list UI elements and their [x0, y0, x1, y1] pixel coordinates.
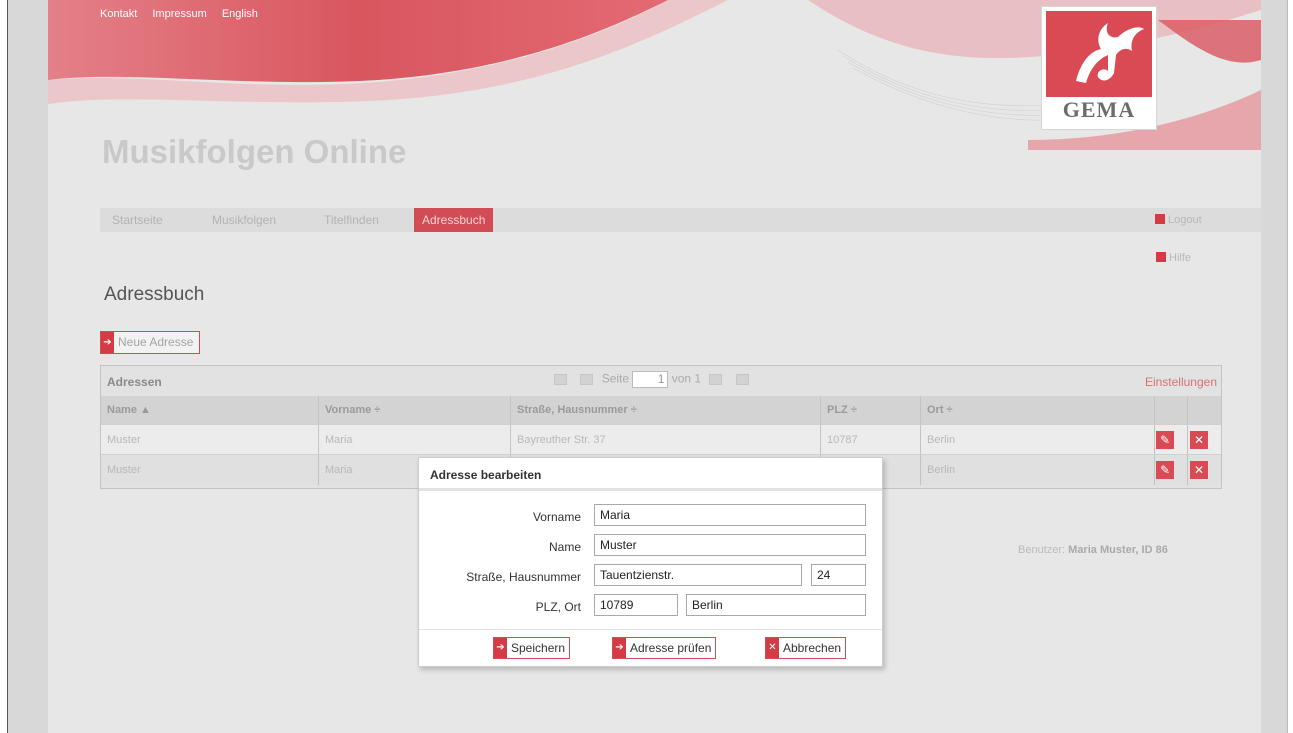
cell-name: Muster [101, 425, 319, 455]
dialog-title: Adresse bearbeiten [430, 468, 542, 482]
delete-icon[interactable]: ✕ [1190, 431, 1208, 449]
label-name: Name [548, 540, 581, 554]
cell-name: Muster [101, 455, 319, 485]
new-address-button[interactable]: ➔ Neue Adresse [100, 331, 201, 354]
edit-cell: ✎ [1155, 425, 1188, 455]
next-page-icon[interactable] [709, 374, 723, 385]
top-link-kontakt[interactable]: Kontakt [100, 8, 137, 20]
page-heading: Adressbuch [104, 284, 205, 305]
arrow-right-icon: ➔ [101, 332, 114, 353]
edit-address-dialog: Adresse bearbeiten Vorname Name Straße, … [418, 457, 883, 667]
main-tabs: Startseite Musikfolgen Titelfinden Adres… [100, 208, 1261, 232]
edit-icon[interactable]: ✎ [1156, 461, 1174, 479]
save-label: Speichern [511, 641, 566, 655]
dialog-divider [419, 629, 882, 630]
delete-cell: ✕ [1188, 455, 1221, 485]
cell-strasse: Bayreuther Str. 37 [511, 425, 821, 455]
plz-field[interactable] [594, 594, 678, 616]
column-header-delete [1188, 396, 1221, 424]
tab-adressbuch[interactable]: Adressbuch [414, 208, 494, 232]
label-vorname: Vorname [532, 510, 581, 524]
edit-cell: ✎ [1155, 455, 1188, 485]
help-link[interactable]: Hilfe [1156, 252, 1191, 264]
delete-icon[interactable]: ✕ [1190, 461, 1208, 479]
arrow-right-icon: ➔ [494, 638, 507, 658]
cell-ort: Berlin [921, 425, 1155, 455]
cancel-label: Abbrechen [783, 641, 842, 655]
logout-link[interactable]: Logout [1155, 214, 1202, 226]
help-label: Hilfe [1169, 252, 1192, 264]
last-page-icon[interactable] [735, 374, 749, 385]
column-header-plz[interactable]: PLZ ÷ [821, 396, 921, 424]
house-number-field[interactable] [811, 564, 866, 586]
new-address-label: Neue Adresse [118, 335, 194, 349]
column-header-name[interactable]: Name ▲ [101, 396, 319, 424]
cell-vorname: Maria [319, 425, 511, 455]
top-link-impressum[interactable]: Impressum [152, 8, 206, 20]
name-field[interactable] [594, 534, 866, 556]
tab-titelfinden[interactable]: Titelfinden [316, 208, 387, 232]
arrow-right-icon: ➔ [613, 638, 626, 658]
save-button[interactable]: ➔ Speichern [493, 637, 571, 659]
column-header-edit [1155, 396, 1188, 424]
close-icon: ✕ [766, 638, 779, 658]
gema-logo[interactable]: GEMA [1041, 6, 1157, 130]
app-title: Musikfolgen Online [102, 133, 407, 170]
first-page-icon[interactable] [554, 374, 567, 385]
column-header-strasse[interactable]: Straße, Hausnummer ÷ [511, 396, 821, 424]
cell-ort: Berlin [921, 455, 1155, 485]
column-header-ort[interactable]: Ort ÷ [921, 396, 1155, 424]
table-row[interactable]: Muster Maria Bayreuther Str. 37 10787 Be… [101, 424, 1221, 455]
pager-page-label: Seite [601, 371, 630, 386]
street-field[interactable] [594, 564, 802, 586]
user-info-label: Benutzer: [1018, 544, 1066, 556]
user-info-value: Maria Muster, ID 86 [1068, 544, 1168, 556]
pager: Seite 1 von 1 [549, 371, 754, 388]
user-info: Benutzer: Maria Muster, ID 86 [1018, 544, 1168, 556]
column-header-vorname[interactable]: Vorname ÷ [319, 396, 511, 424]
page-number-input[interactable]: 1 [632, 371, 669, 388]
top-link-english[interactable]: English [222, 8, 258, 20]
check-address-label: Adresse prüfen [630, 641, 712, 655]
edit-icon[interactable]: ✎ [1156, 431, 1174, 449]
cell-plz: 10787 [821, 425, 921, 455]
column-headers: Name ▲ Vorname ÷ Straße, Hausnummer ÷ PL… [101, 396, 1221, 424]
city-field[interactable] [686, 594, 866, 616]
logo-text: GEMA [1062, 97, 1136, 122]
grid-header: Adressen Seite 1 von 1 Einstellungen [101, 366, 1221, 396]
vorname-field[interactable] [594, 504, 866, 526]
label-strasse: Straße, Hausnummer [466, 570, 581, 584]
logout-icon [1155, 214, 1165, 224]
cancel-button[interactable]: ✕ Abbrechen [765, 637, 847, 659]
delete-cell: ✕ [1188, 425, 1221, 455]
logout-label: Logout [1168, 214, 1202, 226]
pegasus-logo-icon [1046, 11, 1152, 97]
label-plz-ort: PLZ, Ort [535, 600, 581, 614]
pager-of-label: von 1 [671, 371, 702, 386]
top-links: Kontakt Impressum English [100, 8, 270, 20]
grid-title: Adressen [107, 375, 162, 389]
tab-startseite[interactable]: Startseite [104, 208, 171, 232]
tab-musikfolgen[interactable]: Musikfolgen [204, 208, 284, 232]
settings-link[interactable]: Einstellungen [1145, 375, 1217, 389]
check-address-button[interactable]: ➔ Adresse prüfen [612, 637, 717, 659]
dialog-header: Adresse bearbeiten [419, 458, 882, 491]
help-icon [1156, 252, 1166, 262]
prev-page-icon[interactable] [580, 374, 594, 385]
